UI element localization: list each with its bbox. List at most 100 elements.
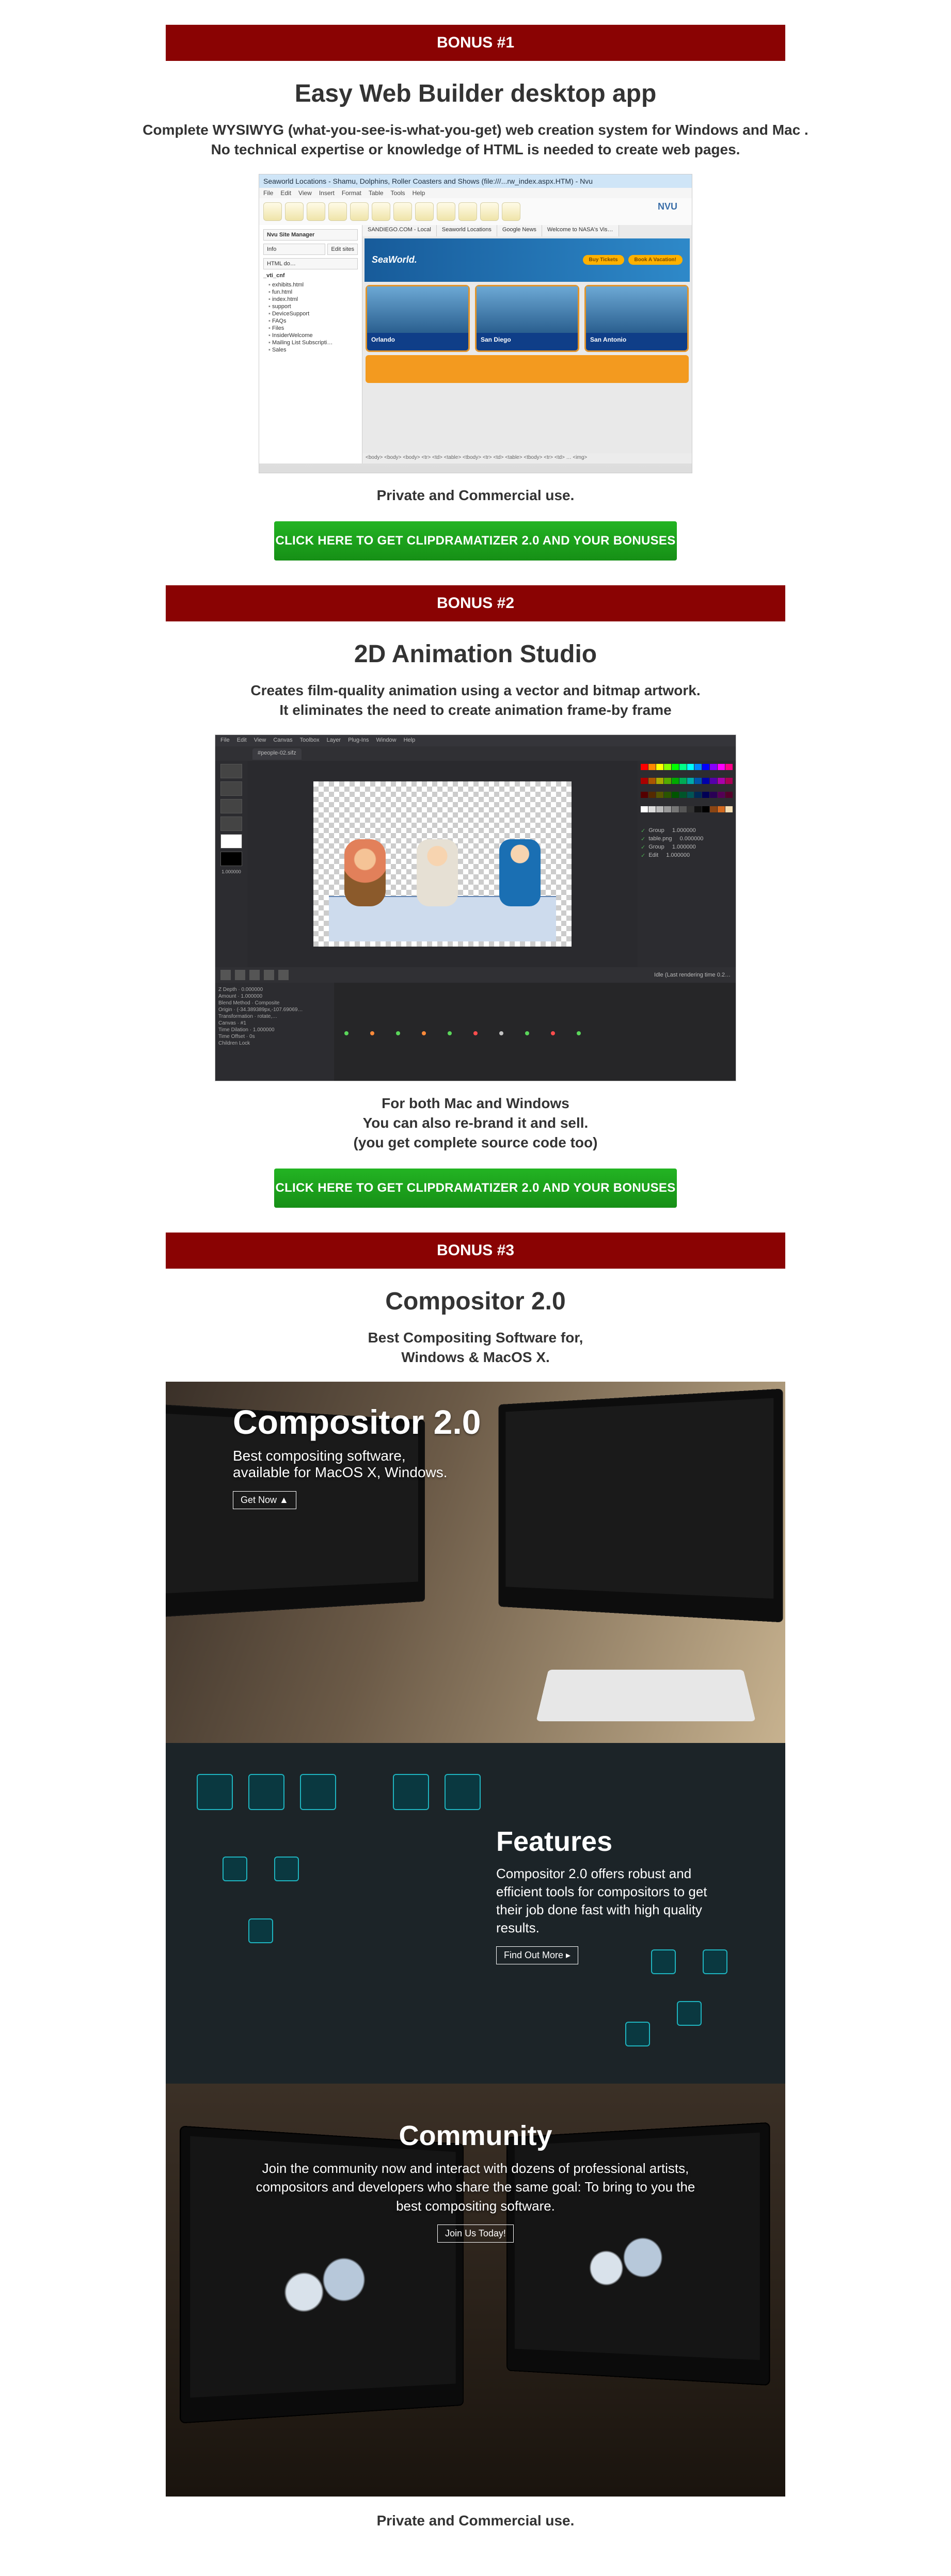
layer-row: Group xyxy=(648,827,664,834)
layer-val: 1.000000 xyxy=(666,852,690,858)
bonus3-hero-image: Compositor 2.0 Best compositing software… xyxy=(166,1382,785,2497)
nvu-tree-item: Mailing List Subscripti… xyxy=(268,340,358,346)
hero-get-now-button: Get Now ▲ xyxy=(233,1491,296,1509)
nvu-titlebar: Seaworld Locations - Shamu, Dolphins, Ro… xyxy=(259,174,692,188)
tool-icon xyxy=(220,852,242,866)
nvu-sidebar-edit: Edit sites xyxy=(327,244,358,255)
nvu-banner-btn1: Buy Tickets xyxy=(583,255,624,265)
anim-canvas xyxy=(313,781,572,947)
prop-name: Amount xyxy=(218,994,236,999)
features-text: Compositor 2.0 offers robust and efficie… xyxy=(496,1865,723,1937)
layer-row: Group xyxy=(648,844,664,850)
tool-icon xyxy=(220,817,242,831)
bonus2-sub-line1: Creates film-quality animation using a v… xyxy=(250,682,700,698)
nvu-tool-open xyxy=(285,202,304,221)
canvas-character xyxy=(344,839,386,906)
hero-sub: Best compositing software, available for… xyxy=(233,1448,481,1481)
cta-button-1[interactable]: CLICK HERE TO GET CLIPDRAMATIZER 2.0 AND… xyxy=(274,521,677,561)
nvu-logo: NVU xyxy=(658,201,686,213)
bonus2-bar: BONUS #2 xyxy=(166,585,785,621)
layer-val: 1.000000 xyxy=(672,844,696,850)
anim-properties: Z Depth · 0.000000 Amount · 1.000000 Ble… xyxy=(215,983,334,1081)
prop-name: Z Depth xyxy=(218,987,237,993)
hero-section-intro: Compositor 2.0 Best compositing software… xyxy=(166,1382,785,1743)
bonus1-screenshot: Seaworld Locations - Shamu, Dolphins, Ro… xyxy=(259,174,692,473)
node-graphic xyxy=(300,1774,336,1810)
nvu-tool-browse xyxy=(350,202,369,221)
nvu-menubar: File Edit View Insert Format Table Tools… xyxy=(259,188,692,198)
nvu-card: Orlando xyxy=(366,285,470,352)
prop-name: Time Offset xyxy=(218,1034,245,1039)
prop-val: 1.000000 xyxy=(253,1027,275,1033)
keyframe-icon xyxy=(396,1031,400,1035)
bonus3-title: Compositor 2.0 xyxy=(0,1287,951,1316)
nvu-cards: Orlando San Diego San Antonio xyxy=(366,285,689,352)
nvu-tree-item: InsiderWelcome xyxy=(268,332,358,339)
community-text: Join the community now and interact with… xyxy=(243,2159,708,2215)
bonus3-caption: Private and Commercial use. xyxy=(114,2511,837,2531)
nvu-sidebar: Nvu Site Manager Info Edit sites HTML do… xyxy=(259,225,362,463)
bonus1-subtitle: Complete WYSIWYG (what-you-see-is-what-y… xyxy=(114,120,837,159)
hero-sub-line: Best compositing software, xyxy=(233,1448,406,1464)
cta-button-2[interactable]: CLICK HERE TO GET CLIPDRAMATIZER 2.0 AND… xyxy=(274,1169,677,1208)
node-graphic xyxy=(677,2001,702,2026)
play-last-icon xyxy=(278,970,289,980)
nvu-tool-publish xyxy=(328,202,347,221)
layer-row: Edit xyxy=(648,852,658,858)
node-graphic xyxy=(625,2022,650,2046)
prop-val: 1.000000 xyxy=(241,994,262,999)
prop-name: Canvas xyxy=(218,1020,236,1026)
play-prev-icon xyxy=(235,970,245,980)
prop-val: Composite xyxy=(255,1000,280,1006)
nvu-status-bar: <body> <body> <body> <tr> <td> <table> <… xyxy=(362,453,692,463)
keyframe-icon xyxy=(370,1031,374,1035)
anim-menubar: File Edit View Canvas Toolbox Layer Plug… xyxy=(215,735,736,746)
node-graphic xyxy=(223,1857,247,1881)
nvu-card-label: San Diego xyxy=(477,333,578,346)
bonus1-title: Easy Web Builder desktop app xyxy=(0,79,951,108)
bonus2-cap-l2: You can also re-brand it and sell. xyxy=(363,1115,589,1131)
anim-tracks xyxy=(334,983,736,1081)
layer-val: 1.000000 xyxy=(672,827,696,834)
anim-menu: Plug-Ins xyxy=(348,737,369,744)
nvu-sidebar-info: Info xyxy=(263,244,325,255)
nvu-menu-view: View xyxy=(298,189,312,197)
nvu-tree-item: fun.html xyxy=(268,289,358,295)
nvu-banner-btn2: Book A Vacation! xyxy=(628,255,683,265)
tool-icon xyxy=(220,799,242,813)
anim-canvas-wrap: #people-02.sifz xyxy=(247,761,638,967)
nvu-toolbar: NVU xyxy=(259,198,692,225)
monitor-graphic xyxy=(499,1388,783,1622)
keyframe-icon xyxy=(499,1031,503,1035)
anim-right-panel: Group 1.000000 table.png 0.000000 Group … xyxy=(638,761,736,967)
node-graphic xyxy=(393,1774,429,1810)
hero-heading: Compositor 2.0 xyxy=(233,1402,481,1442)
nvu-tool-anchor xyxy=(372,202,390,221)
prop-name: Origin xyxy=(218,1007,232,1013)
nvu-tree-item: FAQs xyxy=(268,318,358,324)
tool-icon xyxy=(220,834,242,849)
node-graphic xyxy=(248,1774,284,1810)
hero-section-community: Community Join the community now and int… xyxy=(166,2084,785,2497)
anim-menu: Canvas xyxy=(273,737,292,744)
anim-menu: View xyxy=(254,737,266,744)
tool-icon xyxy=(220,781,242,796)
bonus1-bar: BONUS #1 xyxy=(166,25,785,61)
nvu-menu-edit: Edit xyxy=(280,189,291,197)
keyboard-graphic xyxy=(536,1670,755,1721)
bonus2-caption: For both Mac and Windows You can also re… xyxy=(114,1094,837,1152)
nvu-tab: Seaworld Locations xyxy=(437,225,497,236)
anim-timeline: Z Depth · 0.000000 Amount · 1.000000 Ble… xyxy=(215,983,736,1081)
hero-sub-line: available for MacOS X, Windows. xyxy=(233,1464,448,1480)
play-status: Idle (Last rendering time 0.2… xyxy=(654,972,731,978)
nvu-sidebar-title: Nvu Site Manager xyxy=(263,229,358,241)
keyframe-icon xyxy=(551,1031,555,1035)
bonus3-sub-line2: Windows & MacOS X. xyxy=(401,1349,550,1365)
anim-menu: Window xyxy=(376,737,396,744)
nvu-banner: SeaWorld. Buy Tickets Book A Vacation! xyxy=(364,238,690,282)
color-palette xyxy=(638,761,736,823)
bonus3-sub-line1: Best Compositing Software for, xyxy=(368,1330,583,1346)
prop-name: Time Dilation xyxy=(218,1027,248,1033)
canvas-character xyxy=(499,839,541,906)
prop-val: 0s xyxy=(249,1034,255,1039)
